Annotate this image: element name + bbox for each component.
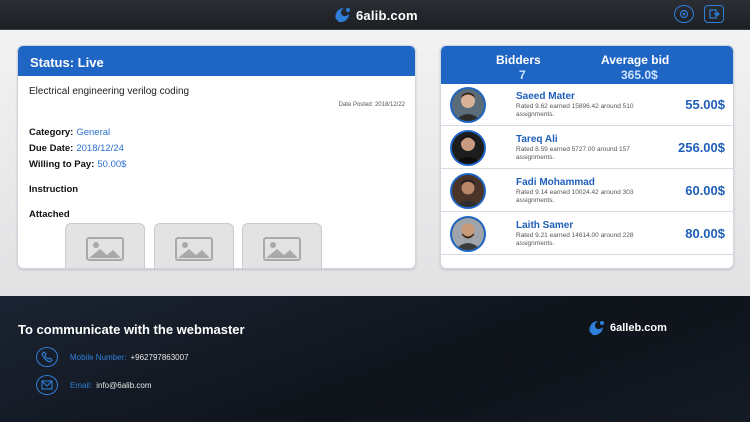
- pay-label: Willing to Pay:: [29, 159, 95, 170]
- pay-value: 50.00$: [97, 159, 127, 170]
- avatar: [450, 216, 486, 252]
- status-card: Status: Live Electrical engineering veri…: [17, 45, 416, 269]
- job-title: Electrical engineering verilog coding: [29, 86, 190, 97]
- bidder-stats: Rated 9.21 earned 14614.00 around 228 as…: [516, 232, 634, 247]
- bidder-stats: Rated 8.59 earned 5727.00 around 157 ass…: [516, 146, 630, 161]
- date-posted: Date Posted: 2018/12/22: [338, 102, 405, 108]
- logout-icon[interactable]: [704, 5, 724, 23]
- avatar: [450, 87, 486, 123]
- avatar: [450, 130, 486, 166]
- brand-logo[interactable]: 6alib.com: [332, 4, 418, 26]
- brand-mark-icon: [332, 5, 354, 25]
- footer-brand-name: 6alleb.com: [610, 322, 667, 334]
- bidders-label: Bidders: [496, 53, 541, 67]
- brand-name: 6alib.com: [356, 7, 418, 23]
- image-placeholder-icon: [175, 236, 213, 261]
- settings-icon[interactable]: [674, 5, 694, 23]
- category-label: Category:: [29, 127, 74, 138]
- average-bid-value: 365.0$: [621, 68, 658, 82]
- bidder-name: Laith Samer: [516, 220, 574, 231]
- footer: To communicate with the webmaster 6alleb…: [0, 296, 750, 422]
- bidder-row[interactable]: Fadi Mohammad Rated 9.14 earned 10024.42…: [441, 170, 733, 212]
- due-date-label: Due Date:: [29, 143, 74, 154]
- avatar: [450, 173, 486, 209]
- mobile-label: Mobile Number:: [70, 352, 127, 362]
- bidder-row[interactable]: Laith Samer Rated 9.21 earned 14614.00 a…: [441, 213, 733, 255]
- bid-amount: 256.00$: [678, 140, 725, 155]
- email-icon: [36, 375, 58, 395]
- contact-email[interactable]: Email: info@6alib.com: [36, 375, 152, 395]
- bidder-stats: Rated 9.14 earned 10024.42 around 303 as…: [516, 189, 634, 204]
- status-title: Status: Live: [18, 46, 415, 76]
- bidder-row[interactable]: Tareq Ali Rated 8.59 earned 5727.00 arou…: [441, 127, 733, 169]
- footer-brand-logo[interactable]: 6alleb.com: [586, 318, 667, 338]
- attachment-thumb[interactable]: [154, 223, 234, 268]
- email-label: Email:: [70, 380, 93, 390]
- average-bid-label: Average bid: [601, 53, 670, 67]
- bidders-card: Bidders 7 Average bid 365.0$ Saeed Mater…: [440, 45, 734, 269]
- bidders-header: Bidders 7 Average bid 365.0$: [441, 46, 733, 84]
- bid-amount: 60.00$: [685, 183, 725, 198]
- bidder-name: Saeed Mater: [516, 91, 575, 102]
- mobile-value: +962797863007: [130, 352, 189, 362]
- main-content: Status: Live Electrical engineering veri…: [0, 30, 750, 296]
- bidder-name: Tareq Ali: [516, 134, 558, 145]
- attached-label: Attached: [29, 209, 70, 220]
- brand-mark-icon: [589, 321, 604, 336]
- attachment-thumb[interactable]: [65, 223, 145, 268]
- top-bar: 6alib.com: [0, 0, 750, 30]
- instruction-label: Instruction: [29, 184, 79, 195]
- bid-amount: 55.00$: [685, 97, 725, 112]
- email-value: info@6alib.com: [96, 380, 152, 390]
- bidders-count: 7: [519, 68, 526, 82]
- pay-field: Willing to Pay: 50.00$: [29, 159, 126, 170]
- footer-title: To communicate with the webmaster: [18, 322, 245, 337]
- phone-icon: [36, 347, 58, 367]
- image-placeholder-icon: [263, 236, 301, 261]
- bidder-stats: Rated 9.62 earned 15896.42 around 510 as…: [516, 103, 634, 118]
- bid-amount: 80.00$: [685, 226, 725, 241]
- contact-mobile[interactable]: Mobile Number: +962797863007: [36, 347, 189, 367]
- due-date-field: Due Date: 2018/12/24: [29, 143, 124, 154]
- bidder-row[interactable]: Saeed Mater Rated 9.62 earned 15896.42 a…: [441, 84, 733, 126]
- category-value: General: [76, 127, 111, 138]
- category-field: Category: General: [29, 127, 110, 138]
- image-placeholder-icon: [86, 236, 124, 261]
- bidder-name: Fadi Mohammad: [516, 177, 595, 188]
- attachment-thumb[interactable]: [242, 223, 322, 268]
- due-date-value: 2018/12/24: [76, 143, 124, 154]
